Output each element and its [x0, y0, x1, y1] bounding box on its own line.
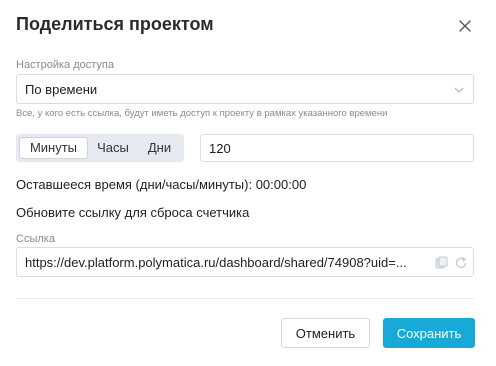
copy-icon[interactable]: [435, 256, 449, 270]
share-project-dialog: Поделиться проектом Настройка доступа По…: [0, 0, 496, 366]
access-mode-value: По времени: [25, 82, 98, 97]
remaining-time-text: Оставшееся время (дни/часы/минуты): 00:0…: [16, 177, 307, 192]
duration-input[interactable]: [200, 134, 474, 162]
chevron-down-icon: [454, 87, 464, 93]
footer-divider: [16, 298, 474, 299]
dialog-title: Поделиться проектом: [16, 14, 214, 34]
refresh-icon[interactable]: [454, 256, 468, 270]
link-label: Ссылка: [16, 233, 55, 245]
time-unit-switch: Минуты Часы Дни: [16, 134, 184, 162]
unit-days-option[interactable]: Дни: [138, 137, 181, 159]
unit-minutes-option[interactable]: Минуты: [19, 137, 88, 159]
refresh-hint-text: Обновите ссылку для сброса счетчика: [16, 205, 250, 220]
share-link-url[interactable]: https://dev.platform.polymatica.ru/dashb…: [25, 255, 429, 270]
share-link-field[interactable]: https://dev.platform.polymatica.ru/dashb…: [16, 247, 474, 277]
access-mode-select[interactable]: По времени: [16, 74, 474, 104]
unit-hours-option[interactable]: Часы: [90, 137, 136, 159]
access-hint: Все, у кого есть ссылка, будут иметь дос…: [16, 108, 388, 119]
cancel-button[interactable]: Отменить: [281, 318, 370, 348]
save-button[interactable]: Сохранить: [383, 318, 475, 348]
access-settings-label: Настройка доступа: [16, 59, 114, 71]
close-icon[interactable]: [458, 19, 472, 33]
